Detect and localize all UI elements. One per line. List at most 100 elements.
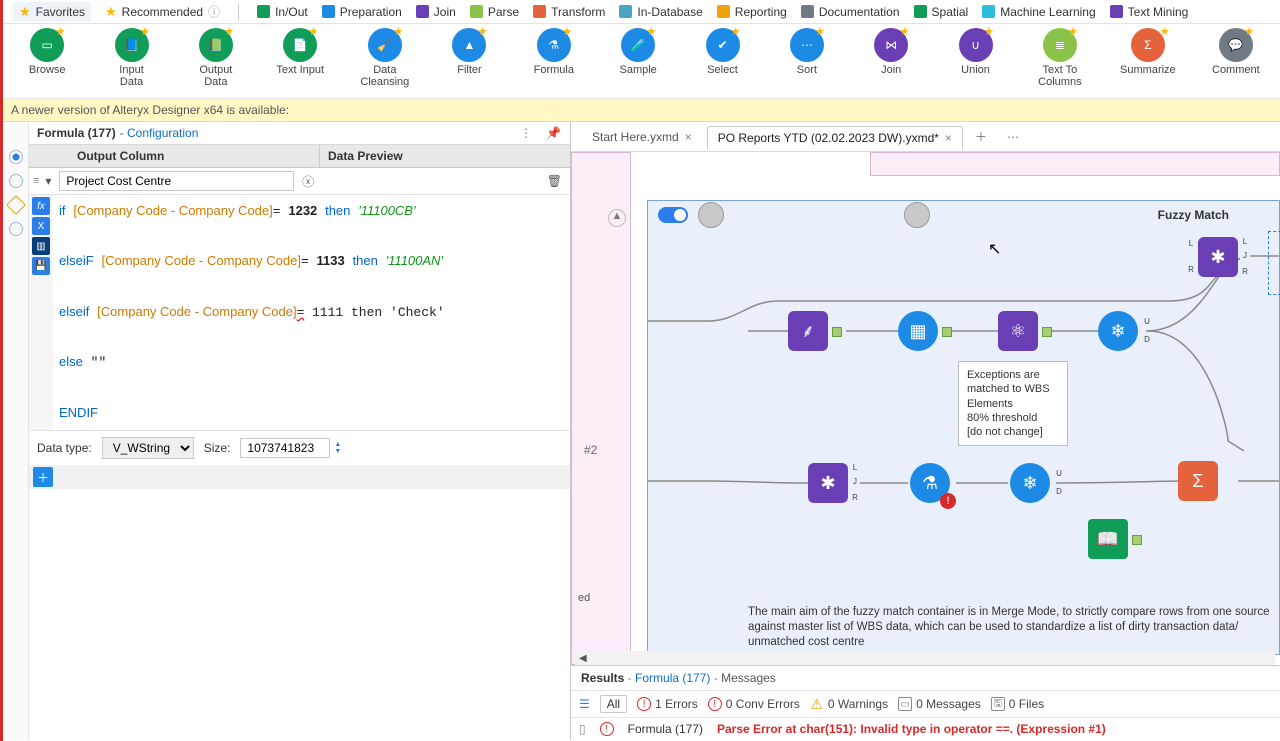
container-title: Fuzzy Match — [1158, 208, 1229, 222]
fuzzy-match-node[interactable]: ⚛ — [998, 311, 1038, 351]
filter-conv-errors[interactable]: !0 Conv Errors — [708, 697, 800, 711]
annotation-box[interactable]: Exceptions are matched to WBS Elements 8… — [958, 361, 1068, 446]
tool-summarize[interactable]: ★ΣSummarize — [1120, 28, 1176, 76]
circle-icon[interactable] — [9, 174, 23, 188]
size-input[interactable] — [240, 438, 330, 458]
result-tool-name: Formula (177) — [628, 722, 703, 736]
workflow-canvas[interactable]: ▲ #2 ed ↖ Fuzzy Match — [571, 152, 1280, 665]
folder-icon[interactable]: ▥ — [32, 237, 50, 255]
find-replace-node[interactable]: ⸙ — [788, 311, 828, 351]
result-error-message: Parse Error at char(151): Invalid type i… — [717, 722, 1106, 736]
tab-overflow-button[interactable]: ⋯ — [999, 126, 1027, 148]
tool-sample[interactable]: ★🧪Sample — [614, 28, 662, 76]
formula-tool-node[interactable]: ⚗ ! — [910, 463, 950, 503]
tool-container-fuzzy[interactable]: ↖ Fuzzy Match — [647, 200, 1280, 655]
category-spatial[interactable]: Spatial — [914, 5, 969, 19]
selection-marquee — [1268, 231, 1280, 295]
filter-errors[interactable]: !1 Errors — [637, 697, 698, 711]
truncated-text: ed — [578, 592, 590, 604]
data-preview-header: Data Preview — [320, 145, 570, 167]
tag-icon[interactable] — [6, 195, 26, 215]
new-tab-button[interactable]: ＋ — [967, 124, 995, 149]
tab-label: PO Reports YTD (02.02.2023 DW).yxmd* — [718, 131, 939, 145]
category-preparation[interactable]: Preparation — [322, 5, 402, 19]
results-tool-link[interactable]: Formula (177) — [635, 671, 710, 685]
results-title: Results — [581, 671, 624, 685]
save-icon[interactable]: 💾 — [32, 257, 50, 275]
filter-messages[interactable]: ▭0 Messages — [898, 697, 981, 711]
avatar — [904, 202, 930, 228]
update-banner[interactable]: A newer version of Alteryx Designer x64 … — [3, 99, 1280, 122]
result-row[interactable]: ▯ ! Formula (177) Parse Error at char(15… — [571, 718, 1280, 740]
tool-join[interactable]: ★⋈Join — [867, 28, 915, 76]
output-column-header: Output Column — [69, 145, 320, 167]
tool-textinput[interactable]: ★📄Text Input — [276, 28, 324, 76]
expression-editor[interactable]: if [Company Code - Company Code]= 1232 t… — [53, 195, 570, 430]
output-data-node[interactable]: 📖 — [1088, 519, 1128, 559]
output-column-input[interactable] — [59, 171, 294, 191]
config-title: Formula (177) — [37, 126, 116, 140]
filter-all-button[interactable]: All — [600, 695, 627, 713]
canvas-top-zone — [870, 152, 1280, 176]
kebab-icon[interactable]: ⋮ — [520, 126, 536, 140]
tool-texttocolumns[interactable]: ★≣Text To Columns — [1036, 28, 1084, 88]
unique-tool-node[interactable]: ❄ U D — [1010, 463, 1050, 503]
tool-ribbon: ★▭Browse ★📘Input Data ★📗Output Data ★📄Text … — [3, 24, 1280, 99]
category-parse[interactable]: Parse — [470, 5, 519, 19]
tab-po-reports[interactable]: PO Reports YTD (02.02.2023 DW).yxmd* × — [707, 126, 963, 149]
category-machinelearning[interactable]: Machine Learning — [982, 5, 1095, 19]
category-textmining[interactable]: Text Mining — [1110, 5, 1189, 19]
tool-browse[interactable]: ★▭Browse — [23, 28, 71, 76]
category-recommended[interactable]: ★Recommended ⓘ — [105, 3, 220, 20]
clear-field-icon[interactable]: ⓧ — [302, 173, 314, 190]
join-tool-node[interactable]: ✱ L J R — [808, 463, 848, 503]
variable-icon[interactable]: X — [32, 217, 50, 235]
unique-tool-node[interactable]: ❄ U D — [1098, 311, 1138, 351]
tab-start-here[interactable]: Start Here.yxmd × — [581, 125, 703, 148]
fx-icon[interactable]: fx — [32, 197, 50, 215]
category-join[interactable]: Join — [416, 5, 456, 19]
add-expression-button[interactable]: ＋ — [33, 467, 53, 487]
collapse-icon[interactable]: ▾ — [41, 174, 55, 188]
list-view-icon[interactable]: ☰ — [579, 697, 590, 711]
tool-datacleansing[interactable]: ★🧹Data Cleansing — [360, 28, 409, 88]
avatar — [698, 202, 724, 228]
size-spinner[interactable]: ▲▼ — [334, 441, 341, 455]
error-icon: ! — [600, 722, 614, 736]
tool-sort[interactable]: ★⋯Sort — [783, 28, 831, 76]
close-icon[interactable]: × — [945, 131, 952, 145]
category-reporting[interactable]: Reporting — [717, 5, 787, 19]
trash-icon[interactable]: 🗑 — [547, 174, 562, 188]
column-header-row: Output Column Data Preview — [29, 145, 570, 168]
pin-icon[interactable]: 📌 — [546, 126, 562, 140]
left-gutter — [3, 122, 29, 740]
cursor-icon: ↖ — [988, 239, 1001, 259]
tool-filter[interactable]: ★▲Filter — [445, 28, 493, 76]
filter-files[interactable]: 🖫0 Files — [991, 697, 1044, 711]
info-icon[interactable] — [9, 222, 23, 236]
tool-formula[interactable]: ★⚗Formula — [530, 28, 578, 76]
config-subtitle: - Configuration — [120, 126, 199, 140]
tool-outputdata[interactable]: ★📗Output Data — [192, 28, 240, 88]
filter-warnings[interactable]: ⚠0 Warnings — [810, 697, 888, 711]
summarize-tool-node[interactable]: Σ — [1178, 461, 1218, 501]
tool-inputdata[interactable]: ★📘Input Data — [107, 28, 155, 88]
drag-handle-icon[interactable]: ≡ — [33, 175, 37, 187]
horizontal-scrollbar[interactable]: ◀ — [575, 651, 1275, 665]
datatype-label: Data type: — [37, 441, 92, 455]
close-icon[interactable]: × — [685, 130, 692, 144]
tool-select[interactable]: ★✔Select — [698, 28, 746, 76]
category-documentation[interactable]: Documentation — [801, 5, 900, 19]
gear-icon[interactable] — [9, 150, 23, 164]
join-tool-node[interactable]: ✱ L R L J R — [1198, 237, 1238, 277]
container-toggle[interactable] — [658, 207, 688, 223]
category-favorites[interactable]: ★Favorites — [13, 2, 91, 22]
collapse-arrow-icon[interactable]: ▲ — [608, 209, 626, 227]
datatype-select[interactable]: V_WString — [102, 437, 194, 459]
category-inout[interactable]: In/Out — [257, 5, 308, 19]
category-indatabase[interactable]: In-Database — [619, 5, 702, 19]
tool-union[interactable]: ★∪Union — [951, 28, 999, 76]
category-transform[interactable]: Transform — [533, 5, 605, 19]
data-cleansing-node[interactable]: ▦ — [898, 311, 938, 351]
tool-comment[interactable]: ★💬Comment — [1212, 28, 1260, 76]
